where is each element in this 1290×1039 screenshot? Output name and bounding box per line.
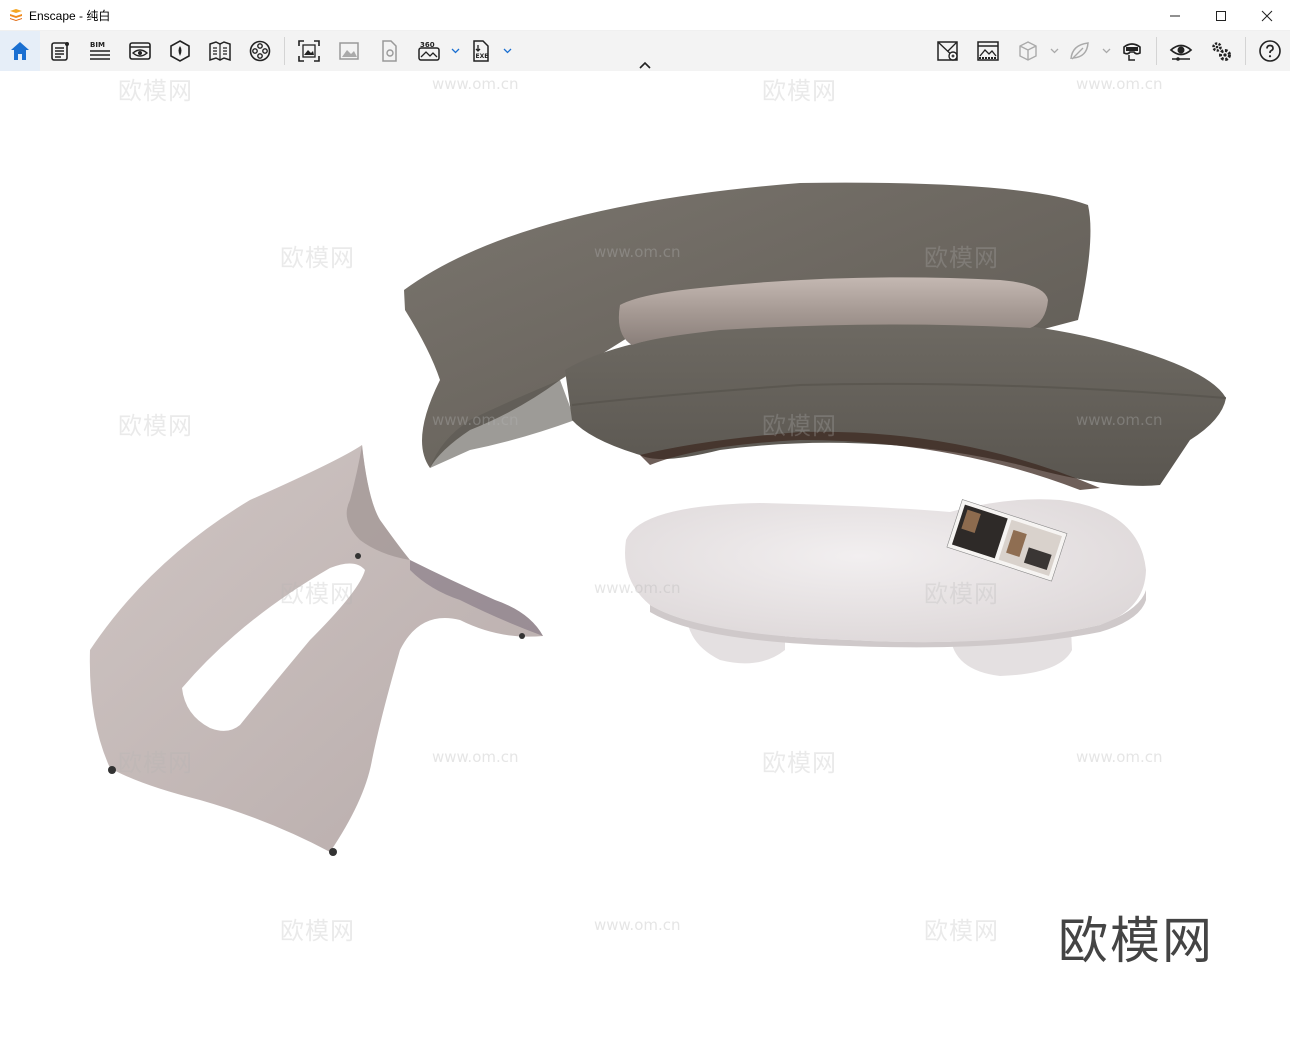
minimize-button[interactable] — [1152, 0, 1198, 31]
settings-button[interactable] — [1201, 31, 1241, 71]
chevron-down-icon — [451, 48, 459, 54]
chevron-down-icon — [503, 48, 511, 54]
asset-library-icon — [170, 40, 190, 62]
watermark-url: www.om.cn — [594, 916, 681, 934]
curved-sofa[interactable] — [404, 182, 1227, 490]
watermark-text: 欧模网 — [924, 580, 999, 608]
notes-icon — [51, 42, 69, 61]
maximize-icon — [1216, 10, 1226, 21]
watermark-url: www.om.cn — [1076, 75, 1163, 93]
render-viewport[interactable]: 欧模网 www.om.cn 欧模网 www.om.cn 欧模网 www.om.c… — [0, 71, 1290, 1039]
toolbar-separator — [1156, 37, 1157, 65]
toolbar-right-group — [928, 31, 1152, 71]
watermark-text: 欧模网 — [924, 917, 999, 945]
svg-text:BIM: BIM — [90, 41, 105, 49]
watermark-text: 欧模网 — [118, 77, 193, 105]
vr-headset-button[interactable] — [1112, 31, 1152, 71]
watermark-url: www.om.cn — [1076, 411, 1163, 429]
vegetation-dropdown[interactable] — [1100, 31, 1112, 71]
cube-icon — [1019, 41, 1037, 61]
maximize-button[interactable] — [1198, 0, 1244, 31]
close-icon — [1261, 10, 1273, 21]
toolbar-separator — [1245, 37, 1246, 65]
leaf-icon — [1070, 42, 1089, 60]
toolbar-separator — [284, 37, 285, 65]
watermark-text: 欧模网 — [280, 580, 355, 608]
visual-settings-button[interactable] — [968, 31, 1008, 71]
export-image-button[interactable] — [369, 31, 409, 71]
material-editor-button[interactable] — [200, 31, 240, 71]
toolbar-export-group: 360 EXE — [289, 31, 513, 71]
home-icon — [11, 42, 29, 60]
watermark-url: www.om.cn — [594, 243, 681, 261]
help-button[interactable] — [1250, 31, 1290, 71]
svg-text:EXE: EXE — [476, 53, 489, 60]
help-icon — [1259, 40, 1281, 62]
close-button[interactable] — [1244, 0, 1290, 31]
panorama-dropdown[interactable] — [449, 31, 461, 71]
notes-button[interactable] — [40, 31, 80, 71]
export-dropdown[interactable] — [501, 31, 513, 71]
visual-settings-icon — [977, 41, 999, 61]
image-gallery-icon — [339, 42, 359, 60]
toolbar-settings-group — [1161, 31, 1241, 71]
export-exe-button[interactable]: EXE — [461, 31, 501, 71]
minimize-icon — [1170, 15, 1180, 16]
watermark-text: 欧模网 — [280, 917, 355, 945]
asset-library-button[interactable] — [160, 31, 200, 71]
eye-settings-icon — [1169, 44, 1193, 61]
screenshot-button[interactable] — [289, 31, 329, 71]
watermark-text: 欧模网 — [762, 412, 837, 440]
chevron-up-icon — [639, 61, 651, 69]
chevron-down-icon — [1102, 48, 1110, 54]
watermark-text: 欧模网 — [762, 749, 837, 777]
gallery-button[interactable] — [329, 31, 369, 71]
watermark-url: www.om.cn — [432, 411, 519, 429]
home-button[interactable] — [0, 31, 40, 71]
bim-button[interactable]: BIM — [80, 31, 120, 71]
brand-watermark: 欧模网 — [1058, 912, 1214, 970]
watermark-url: www.om.cn — [1076, 748, 1163, 766]
watermark-url: www.om.cn — [432, 748, 519, 766]
watermark-text: 欧模网 — [118, 749, 193, 777]
video-editor-button[interactable] — [240, 31, 280, 71]
watermark-text: 欧模网 — [924, 244, 999, 272]
sync-views-button[interactable] — [928, 31, 968, 71]
enscape-logo-icon — [10, 9, 22, 21]
toolbar-left-group: BIM — [0, 31, 280, 71]
material-editor-icon — [209, 41, 231, 62]
export-exe-icon: EXE — [473, 40, 489, 62]
panorama-button[interactable]: 360 — [409, 31, 449, 71]
video-reel-icon — [249, 40, 271, 62]
sync-views-icon — [937, 41, 958, 61]
panorama-360-icon: 360 — [418, 41, 440, 61]
view-button[interactable] — [120, 31, 160, 71]
scene-canvas[interactable] — [0, 71, 1290, 1039]
visibility-button[interactable] — [1161, 31, 1201, 71]
bim-icon: BIM — [90, 41, 110, 60]
lounge-chair[interactable] — [89, 445, 544, 856]
title-bar: Enscape - 纯白 — [0, 0, 1290, 31]
settings-gears-icon — [1212, 42, 1231, 61]
watermark-text: 欧模网 — [118, 412, 193, 440]
chevron-down-icon — [1050, 48, 1058, 54]
view-icon — [129, 42, 151, 60]
cube-dropdown[interactable] — [1048, 31, 1060, 71]
coffee-table[interactable] — [625, 499, 1146, 676]
watermark-url: www.om.cn — [594, 579, 681, 597]
collapse-toolbar-button[interactable] — [636, 58, 654, 72]
watermark-text: 欧模网 — [762, 77, 837, 105]
vegetation-button[interactable] — [1060, 31, 1100, 71]
window-title: Enscape - 纯白 — [29, 8, 111, 23]
watermark-url: www.om.cn — [432, 75, 519, 93]
vr-headset-icon — [1123, 43, 1141, 61]
screenshot-icon — [298, 40, 320, 62]
cube-button[interactable] — [1008, 31, 1048, 71]
export-image-icon — [382, 40, 397, 62]
watermark-text: 欧模网 — [280, 244, 355, 272]
